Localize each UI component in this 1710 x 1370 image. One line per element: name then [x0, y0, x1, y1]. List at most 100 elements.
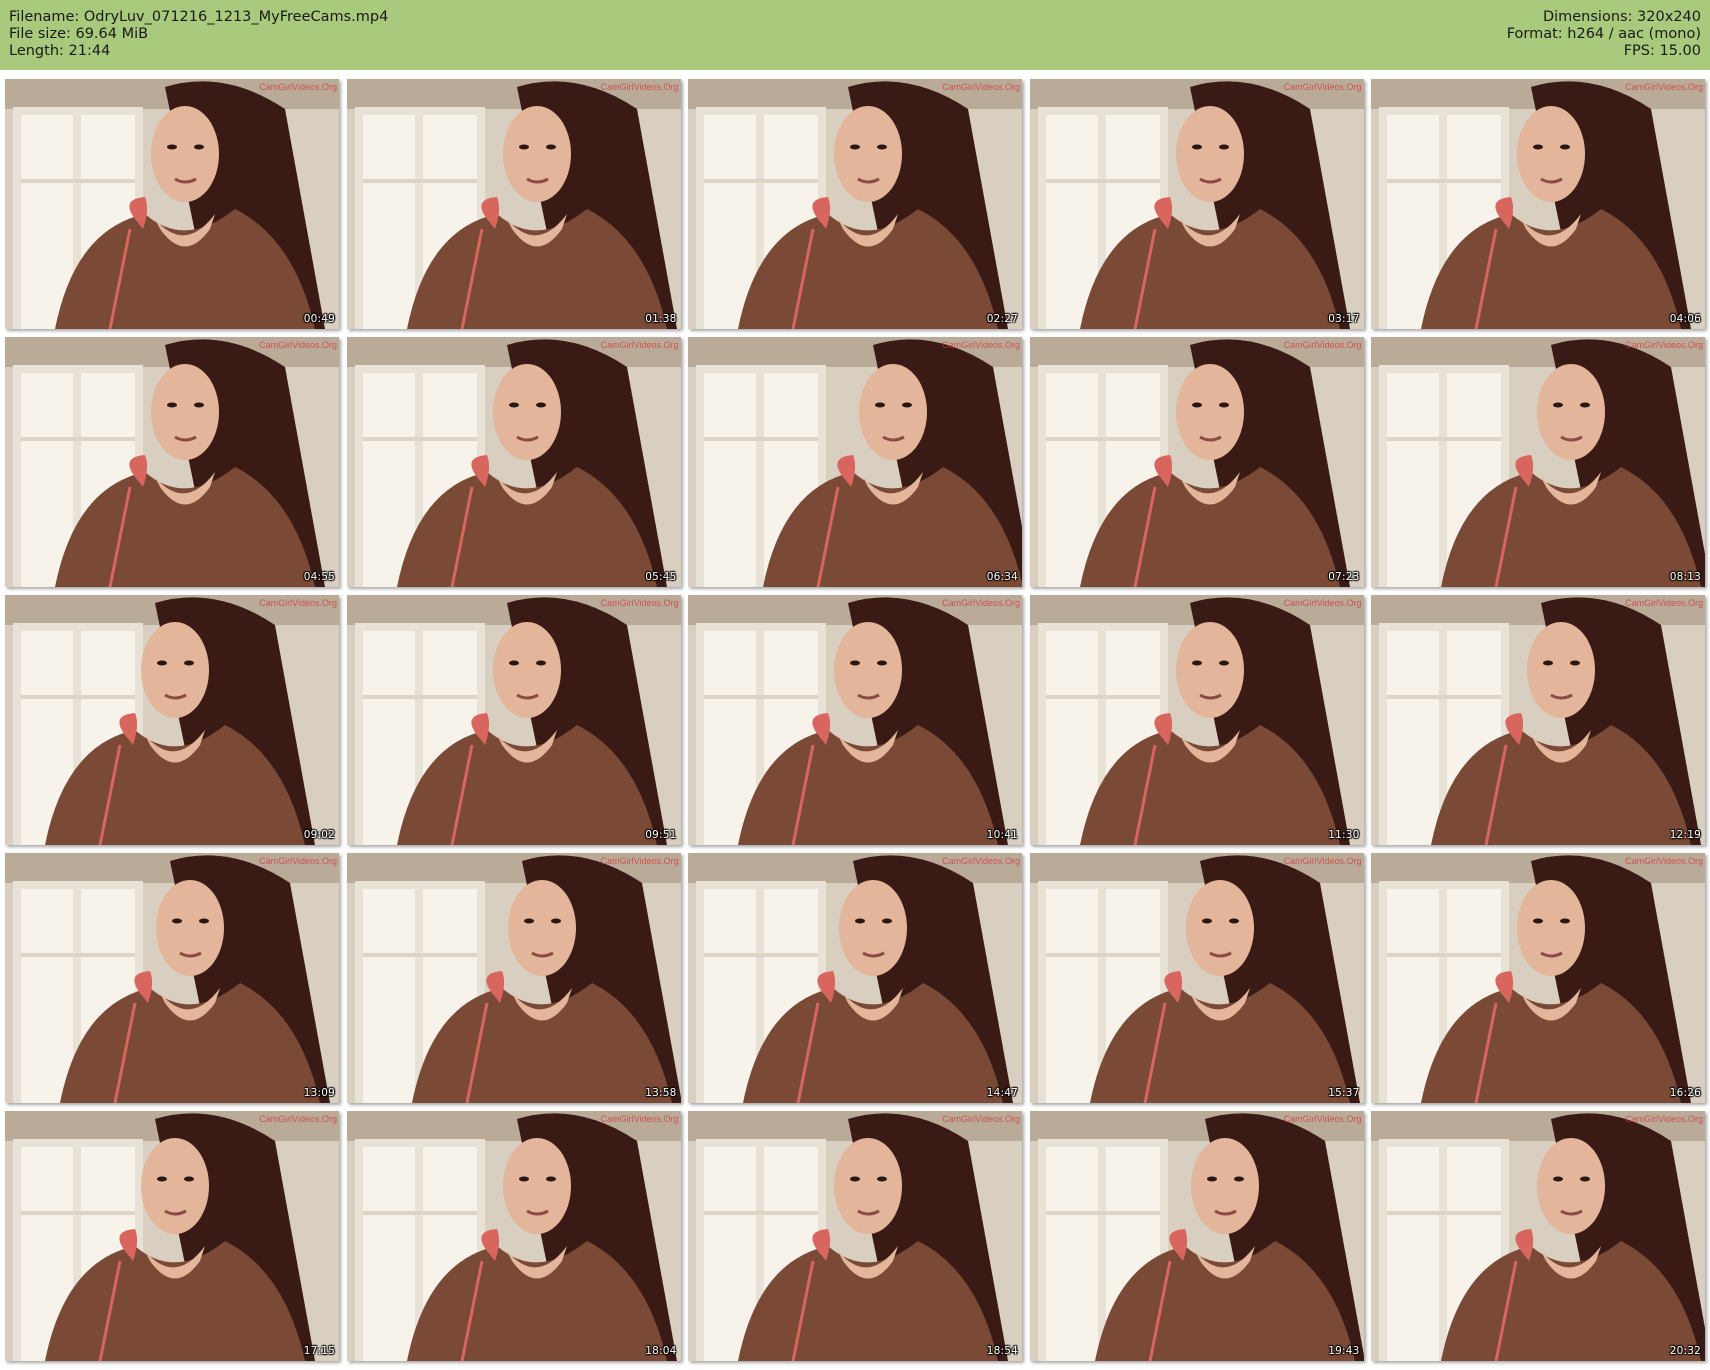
watermark-label: CamGirlVideos.Org: [1625, 1114, 1703, 1124]
video-frame-image: [1029, 337, 1364, 587]
thumbnail-frame[interactable]: CamGirlVideos.Org 07:23: [1029, 337, 1364, 587]
video-frame-image: [1029, 79, 1364, 329]
file-size-text: File size: 69.64 MiB: [9, 26, 149, 42]
thumbnail-frame[interactable]: CamGirlVideos.Org 13:09: [5, 853, 339, 1103]
video-frame-image: [1029, 595, 1364, 845]
length-text: Length: 21:44: [9, 43, 111, 59]
thumbnail-frame[interactable]: CamGirlVideos.Org 00:49: [5, 79, 339, 329]
timestamp-label: 05:45: [645, 571, 677, 583]
watermark-label: CamGirlVideos.Org: [1283, 856, 1362, 866]
thumbnail-frame[interactable]: CamGirlVideos.Org 20:32: [1371, 1111, 1705, 1361]
thumbnail-frame[interactable]: CamGirlVideos.Org 19:43: [1029, 1111, 1364, 1361]
timestamp-label: 03:17: [1328, 313, 1360, 325]
timestamp-label: 17:15: [303, 1345, 335, 1357]
thumbnail-frame[interactable]: CamGirlVideos.Org 13:58: [346, 853, 681, 1103]
thumbnail-frame[interactable]: CamGirlVideos.Org 06:34: [688, 337, 1022, 587]
timestamp-label: 07:23: [1328, 571, 1360, 583]
thumbnail-frame[interactable]: CamGirlVideos.Org 04:06: [1371, 79, 1705, 329]
watermark-label: CamGirlVideos.Org: [1625, 340, 1703, 350]
video-frame-image: [1029, 853, 1364, 1103]
timestamp-label: 09:51: [645, 829, 677, 841]
dimensions-text: Dimensions: 320x240: [1542, 9, 1701, 25]
timestamp-label: 02:27: [986, 313, 1018, 325]
timestamp-label: 18:54: [986, 1345, 1018, 1357]
video-frame-image: [5, 337, 339, 587]
file-info: Filename: OdryLuv_071216_1213_MyFreeCams…: [9, 9, 388, 60]
video-frame-image: [688, 337, 1022, 587]
watermark-label: CamGirlVideos.Org: [1283, 1114, 1362, 1124]
video-frame-image: [346, 853, 681, 1103]
timestamp-label: 10:41: [986, 829, 1018, 841]
thumbnail-frame[interactable]: CamGirlVideos.Org 09:51: [346, 595, 681, 845]
thumbnail-frame[interactable]: CamGirlVideos.Org 17:15: [5, 1111, 339, 1361]
watermark-label: CamGirlVideos.Org: [1283, 82, 1362, 92]
video-frame-image: [5, 853, 339, 1103]
thumbnail-frame[interactable]: CamGirlVideos.Org 02:27: [688, 79, 1022, 329]
thumbnail-frame[interactable]: CamGirlVideos.Org 03:17: [1029, 79, 1364, 329]
timestamp-label: 11:30: [1328, 829, 1360, 841]
watermark-label: CamGirlVideos.Org: [259, 82, 337, 92]
video-frame-image: [346, 595, 681, 845]
video-frame-image: [5, 79, 339, 329]
watermark-label: CamGirlVideos.Org: [1625, 598, 1703, 608]
timestamp-label: 06:34: [986, 571, 1018, 583]
video-frame-image: [688, 595, 1022, 845]
video-frame-image: [688, 853, 1022, 1103]
watermark-label: CamGirlVideos.Org: [1625, 82, 1703, 92]
watermark-label: CamGirlVideos.Org: [1625, 856, 1703, 866]
timestamp-label: 18:04: [645, 1345, 677, 1357]
video-frame-image: [1029, 1111, 1364, 1361]
video-frame-image: [1371, 853, 1705, 1103]
watermark-label: CamGirlVideos.Org: [259, 1114, 337, 1124]
timestamp-label: 15:37: [1328, 1087, 1360, 1099]
timestamp-label: 01:38: [645, 313, 677, 325]
video-frame-image: [1371, 337, 1705, 587]
watermark-label: CamGirlVideos.Org: [259, 856, 337, 866]
thumbnail-frame[interactable]: CamGirlVideos.Org 10:41: [688, 595, 1022, 845]
thumbnail-frame[interactable]: CamGirlVideos.Org 15:37: [1029, 853, 1364, 1103]
watermark-label: CamGirlVideos.Org: [600, 340, 679, 350]
watermark-label: CamGirlVideos.Org: [600, 598, 679, 608]
timestamp-label: 00:49: [303, 313, 335, 325]
timestamp-label: 20:32: [1669, 1345, 1701, 1357]
video-frame-image: [1371, 1111, 1705, 1361]
watermark-label: CamGirlVideos.Org: [942, 82, 1020, 92]
video-frame-image: [1371, 79, 1705, 329]
thumbnail-frame[interactable]: CamGirlVideos.Org 18:54: [688, 1111, 1022, 1361]
thumbnail-frame[interactable]: CamGirlVideos.Org 05:45: [346, 337, 681, 587]
thumbnail-frame[interactable]: CamGirlVideos.Org 14:47: [688, 853, 1022, 1103]
thumbnail-frame[interactable]: CamGirlVideos.Org 11:30: [1029, 595, 1364, 845]
fps-text: FPS: 15.00: [1623, 43, 1701, 59]
watermark-label: CamGirlVideos.Org: [600, 82, 679, 92]
thumbnail-frame[interactable]: CamGirlVideos.Org 08:13: [1371, 337, 1705, 587]
timestamp-label: 04:06: [1669, 313, 1701, 325]
timestamp-label: 16:26: [1669, 1087, 1701, 1099]
video-frame-image: [5, 595, 339, 845]
timestamp-label: 12:19: [1669, 829, 1701, 841]
timestamp-label: 08:13: [1669, 571, 1701, 583]
watermark-label: CamGirlVideos.Org: [942, 856, 1020, 866]
video-frame-image: [688, 1111, 1022, 1361]
timestamp-label: 13:58: [645, 1087, 677, 1099]
info-header: Filename: OdryLuv_071216_1213_MyFreeCams…: [0, 0, 1710, 70]
thumbnail-frame[interactable]: CamGirlVideos.Org 09:02: [5, 595, 339, 845]
watermark-label: CamGirlVideos.Org: [942, 598, 1020, 608]
video-frame-image: [346, 1111, 681, 1361]
watermark-label: CamGirlVideos.Org: [259, 340, 337, 350]
watermark-label: CamGirlVideos.Org: [942, 340, 1020, 350]
thumbnail-frame[interactable]: CamGirlVideos.Org 16:26: [1371, 853, 1705, 1103]
video-frame-image: [346, 337, 681, 587]
thumbnail-frame[interactable]: CamGirlVideos.Org 04:55: [5, 337, 339, 587]
video-frame-image: [1371, 595, 1705, 845]
timestamp-label: 13:09: [303, 1087, 335, 1099]
thumbnail-frame[interactable]: CamGirlVideos.Org 01:38: [346, 79, 681, 329]
watermark-label: CamGirlVideos.Org: [942, 1114, 1020, 1124]
watermark-label: CamGirlVideos.Org: [1283, 340, 1362, 350]
stream-info: Dimensions: 320x240 Format: h264 / aac (…: [1507, 9, 1701, 60]
thumbnail-frame[interactable]: CamGirlVideos.Org 18:04: [346, 1111, 681, 1361]
timestamp-label: 09:02: [303, 829, 335, 841]
format-text: Format: h264 / aac (mono): [1506, 26, 1701, 42]
timestamp-label: 14:47: [986, 1087, 1018, 1099]
thumbnail-frame[interactable]: CamGirlVideos.Org 12:19: [1371, 595, 1705, 845]
timestamp-label: 04:55: [303, 571, 335, 583]
